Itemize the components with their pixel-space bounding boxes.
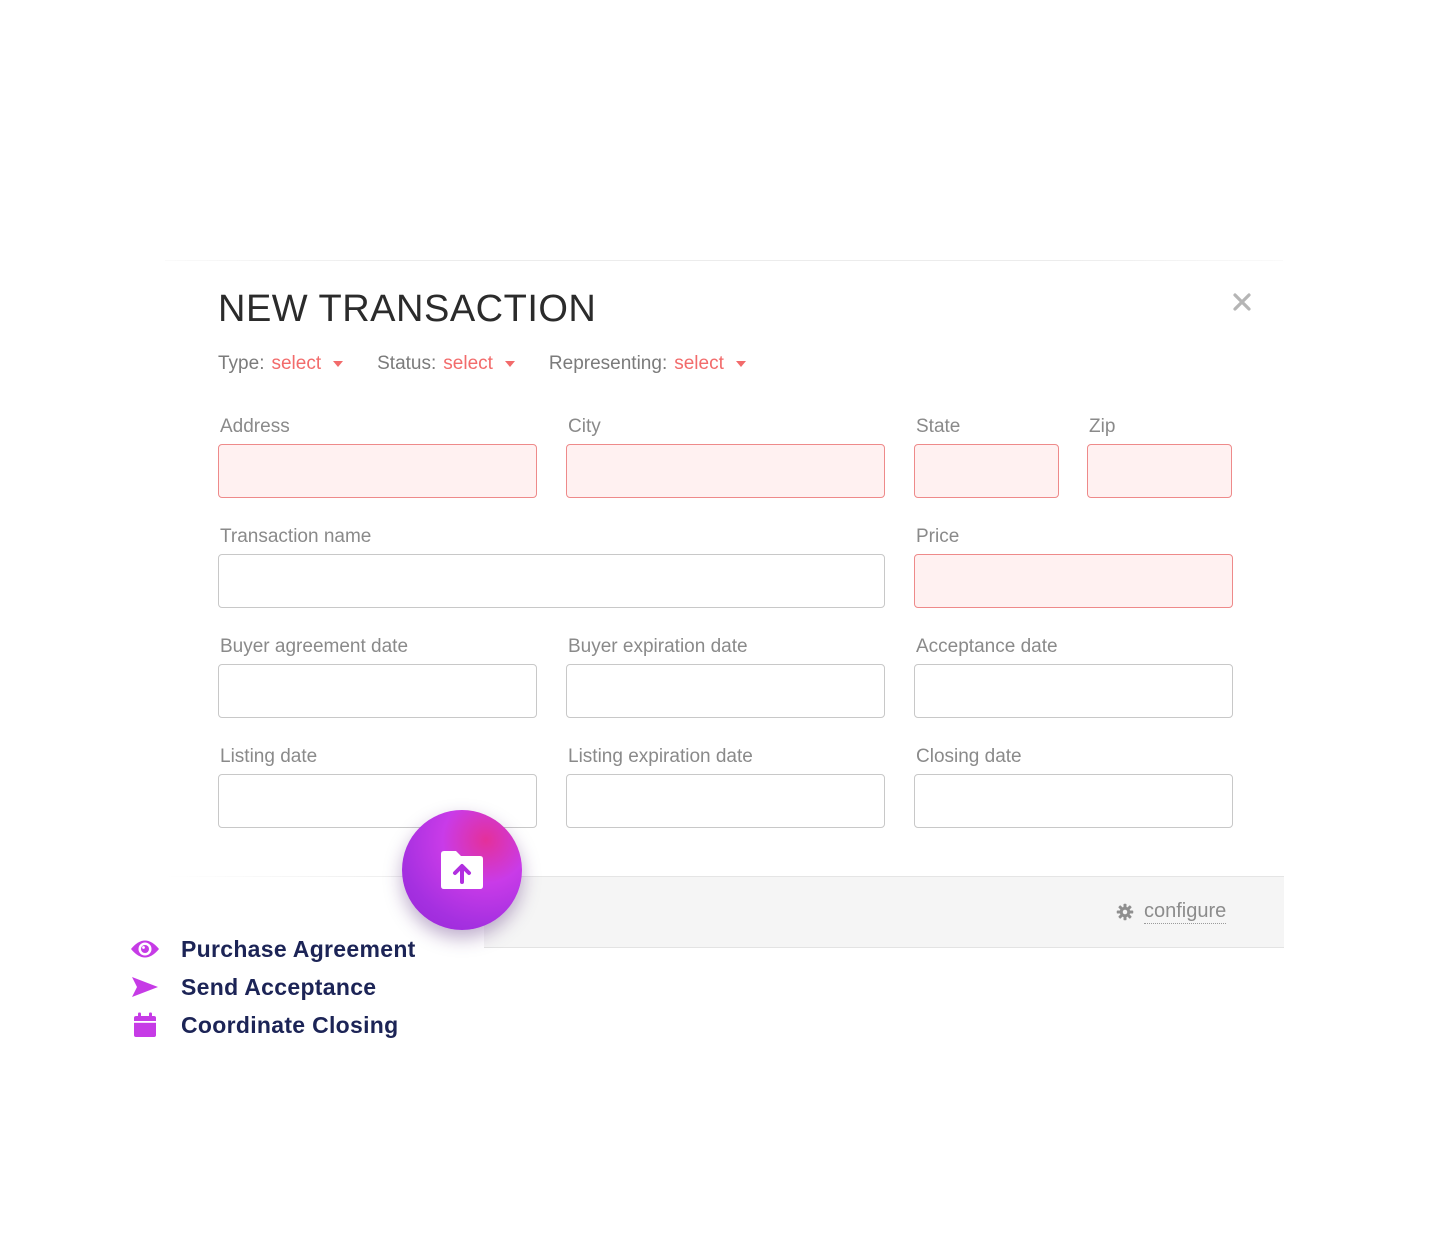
chevron-down-icon	[504, 361, 515, 367]
filter-bar: Type: select Status: select Representing…	[218, 350, 780, 378]
acceptance-date-label: Acceptance date	[916, 636, 1058, 657]
send-acceptance-action[interactable]: Send Acceptance	[130, 968, 416, 1006]
address-input[interactable]	[218, 444, 537, 498]
type-filter-label: Type:	[218, 353, 265, 374]
buyer-expiration-date-input[interactable]	[566, 664, 885, 718]
calendar-icon	[130, 1012, 160, 1038]
state-label: State	[916, 416, 961, 437]
send-acceptance-label: Send Acceptance	[181, 973, 377, 1000]
buyer-expiration-date-label: Buyer expiration date	[568, 636, 748, 657]
transaction-name-input[interactable]	[218, 554, 885, 608]
buyer-agreement-date-label: Buyer agreement date	[220, 636, 409, 657]
action-list: Purchase Agreement Send Acceptance Coord…	[130, 930, 416, 1044]
configure-label: configure	[1144, 900, 1227, 924]
buyer-agreement-date-input[interactable]	[218, 664, 537, 718]
city-input[interactable]	[566, 444, 885, 498]
address-label: Address	[220, 416, 290, 437]
representing-filter[interactable]: Representing: select	[549, 353, 746, 375]
price-label: Price	[916, 526, 960, 547]
type-filter[interactable]: Type: select	[218, 353, 344, 375]
send-icon	[130, 974, 160, 1000]
city-label: City	[568, 416, 601, 437]
state-input[interactable]	[914, 444, 1059, 498]
coordinate-closing-action[interactable]: Coordinate Closing	[130, 1006, 416, 1044]
type-filter-value[interactable]: select	[271, 353, 321, 375]
eye-icon	[130, 936, 160, 962]
acceptance-date-input[interactable]	[914, 664, 1233, 718]
zip-input[interactable]	[1087, 444, 1232, 498]
status-filter[interactable]: Status: select	[377, 353, 515, 375]
chevron-down-icon	[735, 361, 746, 367]
listing-date-label: Listing date	[220, 746, 318, 767]
chevron-down-icon	[333, 361, 344, 367]
coordinate-closing-label: Coordinate Closing	[181, 1011, 399, 1038]
upload-folder-button[interactable]	[402, 810, 522, 930]
listing-expiration-date-input[interactable]	[566, 774, 885, 828]
price-input[interactable]	[914, 554, 1233, 608]
status-filter-value[interactable]: select	[443, 353, 493, 375]
dialog-top-divider	[165, 260, 1283, 261]
purchase-agreement-action[interactable]: Purchase Agreement	[130, 930, 416, 968]
dialog-title: NEW TRANSACTION	[218, 288, 597, 330]
representing-filter-value[interactable]: select	[674, 353, 724, 375]
configure-button[interactable]: configure	[1116, 899, 1227, 924]
transaction-name-label: Transaction name	[220, 526, 372, 547]
close-icon[interactable]	[1228, 288, 1256, 316]
listing-expiration-date-label: Listing expiration date	[568, 746, 753, 767]
purchase-agreement-label: Purchase Agreement	[181, 935, 416, 962]
gear-icon	[1116, 903, 1134, 920]
closing-date-label: Closing date	[916, 746, 1022, 767]
representing-filter-label: Representing:	[548, 353, 668, 374]
status-filter-label: Status:	[377, 353, 437, 374]
closing-date-input[interactable]	[914, 774, 1233, 828]
folder-upload-icon	[441, 851, 483, 889]
zip-label: Zip	[1089, 416, 1116, 437]
